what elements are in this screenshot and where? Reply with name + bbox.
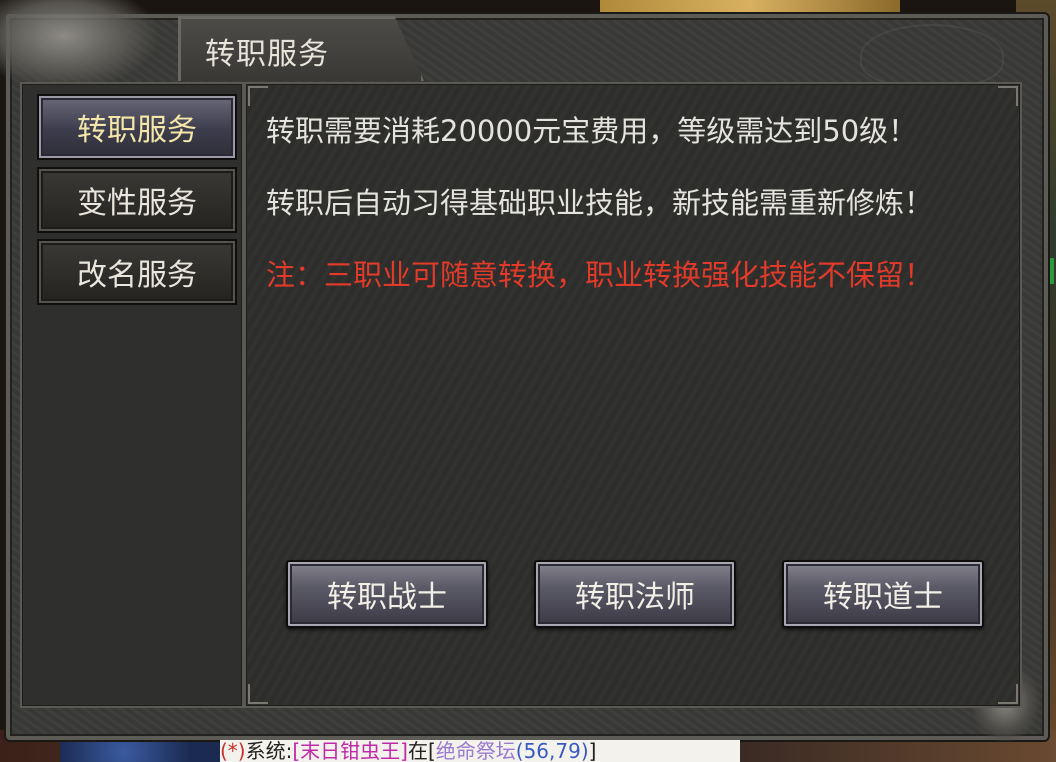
swirl-ornament-icon bbox=[860, 24, 1004, 88]
info-line-cost: 转职需要消耗20000元宝费用，等级需达到50级！ bbox=[266, 114, 918, 148]
change-to-mage-button[interactable]: 转职法师 bbox=[534, 560, 736, 628]
sidebar-item-job-change[interactable]: 转职服务 bbox=[37, 94, 237, 160]
window-title: 转职服务 bbox=[205, 37, 329, 72]
chat-message: (*)系统:[末日钳虫王]在[绝命祭坛(56,79)] bbox=[220, 740, 740, 762]
chat-system-label: 系统: bbox=[245, 740, 293, 762]
info-line-skills: 转职后自动习得基础职业技能，新技能需重新修炼！ bbox=[266, 186, 934, 220]
change-to-taoist-button[interactable]: 转职道士 bbox=[782, 560, 984, 628]
chat-place-open: [ bbox=[427, 740, 436, 762]
game-hud-orb bbox=[60, 738, 220, 762]
sidebar-item-rename[interactable]: 改名服务 bbox=[37, 239, 237, 305]
chat-at: 在 bbox=[407, 740, 428, 762]
dragon-ornament-icon bbox=[0, 0, 160, 90]
chat-coordinates[interactable]: (56,79) bbox=[516, 740, 589, 762]
corner-ornament-icon bbox=[998, 684, 1018, 704]
change-to-warrior-button[interactable]: 转职战士 bbox=[286, 560, 488, 628]
game-world-background-top bbox=[600, 0, 900, 14]
corner-ornament-icon bbox=[998, 86, 1018, 106]
sidebar-item-gender-change[interactable]: 变性服务 bbox=[37, 167, 237, 233]
chat-place-close: ] bbox=[588, 740, 597, 762]
chat-boss-name[interactable]: [末日钳虫王] bbox=[292, 740, 408, 762]
corner-ornament-icon bbox=[248, 684, 268, 704]
chat-place-name[interactable]: 绝命祭坛 bbox=[436, 740, 516, 762]
chat-tag: (*) bbox=[220, 740, 246, 762]
info-line-warning: 注：三职业可随意转换，职业转换强化技能不保留！ bbox=[266, 258, 934, 292]
corner-ornament-icon bbox=[248, 86, 268, 106]
